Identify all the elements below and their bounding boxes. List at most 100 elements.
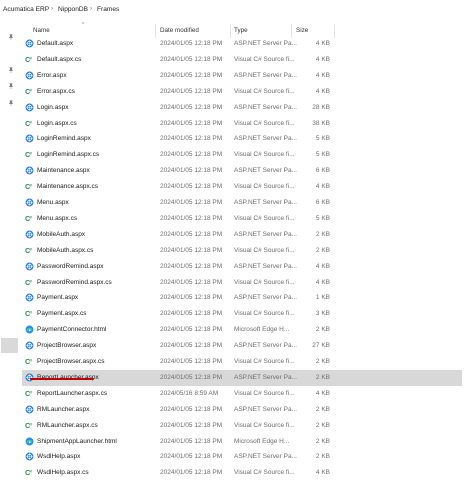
- file-size: 2 KB: [315, 373, 330, 381]
- file-name[interactable]: LoginRemind.aspx: [37, 135, 91, 142]
- file-name[interactable]: MobileAuth.aspx.cs: [37, 247, 93, 254]
- file-date-modified: 2024/01/05 12:18 PM: [160, 103, 223, 111]
- file-type: ASP.NET Server Pa...: [234, 40, 297, 47]
- file-type: Microsoft Edge H...: [234, 437, 290, 445]
- aspx-file-icon: [25, 71, 34, 80]
- file-row[interactable]: Menu.aspx 2024/01/05 12:18 PM ASP.NET Serv…: [22, 195, 462, 211]
- file-row[interactable]: Maintenance.aspx 2024/01/05 12:18 PM ASP.N…: [22, 163, 462, 179]
- file-name[interactable]: Error.aspx.cs: [37, 88, 75, 95]
- pin-icon[interactable]: [8, 67, 14, 73]
- file-name[interactable]: Maintenance.aspx: [37, 167, 90, 174]
- file-type: Visual C# Source fi...: [234, 469, 295, 477]
- file-name[interactable]: WsdlHelp.aspx.cs: [37, 469, 89, 476]
- file-name[interactable]: Menu.aspx.cs: [37, 215, 77, 222]
- cs-file-icon: C #: [25, 182, 34, 191]
- file-row[interactable]: RMLauncher.aspx 2024/01/05 12:18 PM ASP.NE…: [22, 402, 462, 418]
- file-row[interactable]: MobileAuth.aspx 2024/01/05 12:18 PM ASP.NE…: [22, 227, 462, 243]
- file-row[interactable]: PaymentConnector.html 2024/01/05 12:18 PM…: [22, 322, 462, 338]
- file-size: 3 KB: [315, 310, 330, 318]
- file-row[interactable]: LoginRemind.aspx 2024/01/05 12:18 PM ASP.N…: [22, 131, 462, 147]
- file-name[interactable]: RMLauncher.aspx: [37, 406, 89, 413]
- pin-icon[interactable]: [8, 83, 14, 89]
- file-row[interactable]: C # Payment.aspx.cs 2024/01/05 12:18 PM Visu…: [22, 306, 462, 322]
- svg-text:#: #: [30, 422, 33, 427]
- file-type: ASP.NET Server Pa...: [234, 405, 297, 413]
- svg-text:#: #: [30, 183, 33, 188]
- file-size: 4 KB: [315, 40, 330, 47]
- aspx-file-icon: [25, 39, 34, 48]
- breadcrumb-item-nippondb[interactable]: NipponDB: [58, 6, 88, 13]
- file-row[interactable]: Login.aspx 2024/01/05 12:18 PM ASP.NET Ser…: [22, 100, 462, 116]
- nav-item-highlight[interactable]: [1, 338, 18, 353]
- file-name[interactable]: ReportLauncher.aspx.cs: [37, 390, 107, 397]
- file-name[interactable]: Menu.aspx: [37, 199, 69, 206]
- file-row[interactable]: C # Maintenance.aspx.cs 2024/01/05 12:18 PM…: [22, 179, 462, 195]
- svg-text:#: #: [30, 310, 33, 315]
- breadcrumb-separator: ›: [51, 6, 53, 12]
- file-row[interactable]: C # ProjectBrowser.aspx.cs 2024/01/05 12:18…: [22, 354, 462, 370]
- file-name[interactable]: ProjectBrowser.aspx.cs: [37, 358, 105, 365]
- file-name[interactable]: ShipmentAppLauncher.html: [37, 438, 117, 445]
- file-type: Visual C# Source fi...: [234, 389, 295, 397]
- file-date-modified: 2024/01/05 12:18 PM: [160, 119, 223, 127]
- file-row[interactable]: C # Error.aspx.cs 2024/01/05 12:18 PM Visual…: [22, 84, 462, 100]
- file-row[interactable]: C # Menu.aspx.cs 2024/01/05 12:18 PM Visual …: [22, 211, 462, 227]
- file-row[interactable]: PasswordRemind.aspx 2024/01/05 12:18 PM AS…: [22, 259, 462, 275]
- file-size: 2 KB: [315, 230, 330, 238]
- file-name[interactable]: PasswordRemind.aspx.cs: [37, 279, 112, 286]
- file-size: 2 KB: [315, 437, 330, 445]
- file-type: Visual C# Source fi...: [234, 119, 295, 127]
- file-name[interactable]: WsdlHelp.aspx: [37, 453, 80, 460]
- file-row[interactable]: ShipmentAppLauncher.html 2024/01/05 12:18…: [22, 434, 462, 450]
- file-name[interactable]: Login.aspx: [37, 104, 68, 111]
- file-name[interactable]: Payment.aspx: [37, 294, 78, 301]
- file-name[interactable]: Default.aspx.cs: [37, 56, 81, 63]
- file-size: 5 KB: [315, 135, 330, 143]
- file-name[interactable]: LoginRemind.aspx.cs: [37, 151, 99, 158]
- file-row[interactable]: C # ReportLauncher.aspx.cs 2024/05/16 8:59 …: [22, 386, 462, 402]
- file-row[interactable]: C # RMLauncher.aspx.cs 2024/01/05 12:18 PM V…: [22, 418, 462, 434]
- file-row[interactable]: Error.aspx 2024/01/05 12:18 PM ASP.NET Ser…: [22, 68, 462, 84]
- breadcrumb-separator: ›: [90, 6, 92, 12]
- file-name[interactable]: ProjectBrowser.aspx: [37, 342, 96, 349]
- file-date-modified: 2024/01/05 12:18 PM: [160, 453, 223, 461]
- file-row[interactable]: C # MobileAuth.aspx.cs 2024/01/05 12:18 PM V…: [22, 243, 462, 259]
- breadcrumb-item-frames[interactable]: Frames: [97, 6, 119, 13]
- file-name[interactable]: Payment.aspx.cs: [37, 310, 87, 317]
- file-row[interactable]: WsdlHelp.aspx 2024/01/05 12:18 PM ASP.NET …: [22, 449, 462, 465]
- pin-icon[interactable]: [8, 34, 14, 40]
- svg-text:#: #: [30, 88, 33, 93]
- aspx-file-icon: [25, 166, 34, 175]
- file-size: 5 KB: [315, 151, 330, 159]
- pin-icon[interactable]: [8, 100, 14, 106]
- breadcrumb-item-acumatica-erp[interactable]: Acumatica ERP: [3, 6, 49, 13]
- file-row[interactable]: C # LoginRemind.aspx.cs 2024/01/05 12:18 PM…: [22, 147, 462, 163]
- file-name[interactable]: RMLauncher.aspx.cs: [37, 422, 98, 429]
- file-row[interactable]: Payment.aspx 2024/01/05 12:18 PM ASP.NET S…: [22, 290, 462, 306]
- file-type: ASP.NET Server Pa...: [234, 199, 297, 206]
- file-name[interactable]: Error.aspx: [37, 72, 67, 79]
- file-row[interactable]: C # PasswordRemind.aspx.cs 2024/01/05 12:18…: [22, 275, 462, 291]
- file-type: Microsoft Edge H...: [234, 326, 290, 334]
- cs-file-icon: C #: [25, 214, 34, 223]
- file-row[interactable]: C # Default.aspx.cs 2024/01/05 12:18 PM Visu…: [22, 52, 462, 68]
- file-name[interactable]: Default.aspx: [37, 40, 73, 47]
- breadcrumb: Acumatica ERP › NipponDB › Frames: [0, 0, 474, 20]
- file-name[interactable]: PaymentConnector.html: [37, 326, 106, 333]
- file-name[interactable]: Login.aspx.cs: [37, 120, 77, 127]
- cs-file-icon: C #: [25, 468, 34, 477]
- cs-file-icon: C #: [25, 309, 34, 318]
- file-date-modified: 2024/01/05 12:18 PM: [160, 342, 223, 350]
- file-row[interactable]: C # Login.aspx.cs 2024/01/05 12:18 PM Visual…: [22, 116, 462, 132]
- file-row[interactable]: ProjectBrowser.aspx 2024/01/05 12:18 PM AS…: [22, 338, 462, 354]
- file-name[interactable]: MobileAuth.aspx: [37, 231, 85, 238]
- file-row[interactable]: C # WsdlHelp.aspx.cs 2024/01/05 12:18 PM Vis…: [22, 465, 462, 481]
- file-row[interactable]: Default.aspx 2024/01/05 12:18 PM ASP.NET S…: [22, 36, 462, 52]
- file-size: 2 KB: [315, 453, 330, 461]
- file-size: 4 KB: [315, 262, 330, 270]
- file-name[interactable]: Maintenance.aspx.cs: [37, 183, 98, 190]
- file-size: 27 KB: [312, 342, 330, 350]
- file-size: 1 KB: [315, 294, 330, 302]
- file-name[interactable]: PasswordRemind.aspx: [37, 263, 103, 270]
- file-type: ASP.NET Server Pa...: [234, 294, 297, 302]
